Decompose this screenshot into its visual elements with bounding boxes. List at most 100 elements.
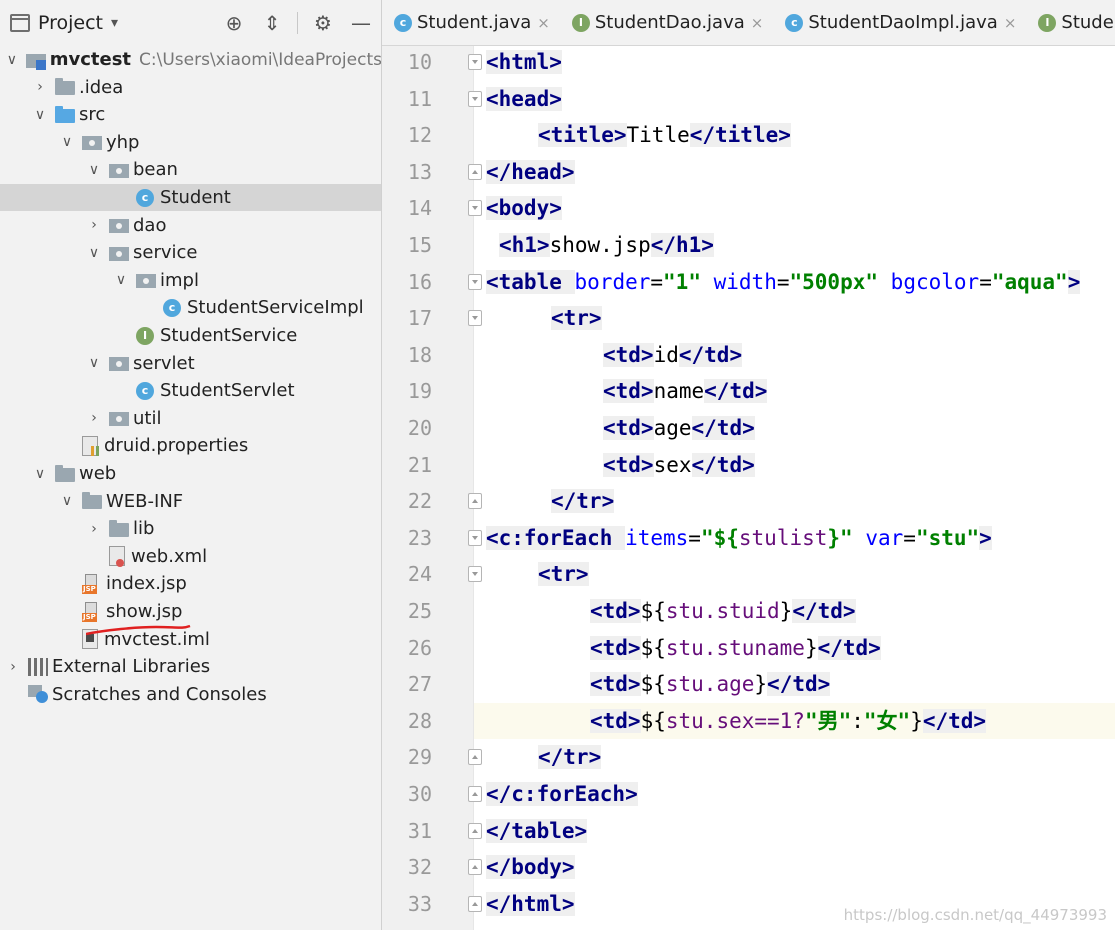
tree-item[interactable]: ›web.xml	[0, 543, 381, 570]
code-token: =	[776, 269, 790, 294]
hide-panel-icon[interactable]: —	[348, 10, 374, 36]
code-line[interactable]: <td>name</td>	[474, 373, 1115, 409]
project-view-selector[interactable]: Project	[38, 12, 103, 34]
close-icon[interactable]: ×	[537, 14, 550, 32]
code-line[interactable]: <td>${stu.stuname}</td>	[474, 630, 1115, 666]
code-line[interactable]: </head>	[474, 154, 1115, 190]
gear-icon[interactable]: ⚙	[310, 10, 336, 36]
code-line[interactable]: </tr>	[474, 483, 1115, 519]
code-token: var	[865, 525, 904, 550]
tree-item[interactable]: ›IStudentService	[0, 322, 381, 349]
chevron-right-icon[interactable]: ›	[85, 217, 103, 233]
collapse-all-icon[interactable]: ⇕	[259, 10, 285, 36]
code-line[interactable]: </body>	[474, 849, 1115, 885]
code-line[interactable]: <head>	[474, 81, 1115, 117]
chevron-right-icon[interactable]: ›	[85, 521, 103, 537]
editor-tab[interactable]: c StudentDaoImpl.java ×	[773, 0, 1026, 45]
tree-item[interactable]: ∨ mvctest C:\Users\xiaomi\IdeaProjects	[0, 46, 381, 73]
tree-item[interactable]: › lib	[0, 515, 381, 542]
editor-tab[interactable]: c Student.java ×	[382, 0, 560, 45]
line-number: 32	[407, 855, 432, 880]
tree-item[interactable]: ∨ src	[0, 101, 381, 128]
code-line[interactable]: <table border="1" width="500px" bgcolor=…	[474, 264, 1115, 300]
line-number: 24	[407, 562, 432, 587]
chevron-down-icon[interactable]: ∨	[31, 466, 49, 482]
tree-item[interactable]: ›cStudentServlet	[0, 377, 381, 404]
tree-item[interactable]: ∨ yhp	[0, 129, 381, 156]
close-icon[interactable]: ×	[751, 14, 764, 32]
editor-tab[interactable]: IStudentSe	[1026, 0, 1115, 45]
chevron-down-icon[interactable]: ∨	[112, 272, 130, 288]
chevron-down-icon[interactable]: ∨	[4, 52, 20, 68]
chevron-right-icon[interactable]: ›	[85, 410, 103, 426]
editor-tab-label: Student.java	[417, 12, 532, 33]
tree-item[interactable]: ∨ bean	[0, 156, 381, 183]
tree-item[interactable]: › External Libraries	[0, 653, 381, 680]
tree-item[interactable]: › dao	[0, 212, 381, 239]
tree-item[interactable]: ∨ servlet	[0, 350, 381, 377]
code-line[interactable]: <tr>	[474, 300, 1115, 336]
code-line[interactable]: </table>	[474, 813, 1115, 849]
line-number: 22	[407, 489, 432, 514]
code-line[interactable]: </tr>	[474, 739, 1115, 775]
close-icon[interactable]: ×	[1004, 14, 1017, 32]
code-line[interactable]: <td>${stu.stuid}</td>	[474, 593, 1115, 629]
code-area[interactable]: <html> <head> <title>Title</title> </head> <…	[474, 46, 1115, 930]
code-token: </td>	[817, 635, 881, 660]
chevron-down-icon[interactable]: ∨	[58, 493, 76, 509]
class-icon: c	[136, 381, 154, 400]
chevron-right-icon[interactable]: ›	[31, 79, 49, 95]
code-line[interactable]: <html>	[474, 44, 1115, 80]
tree-item-label: servlet	[133, 352, 195, 374]
code-token: <td>	[603, 452, 654, 477]
tree-item[interactable]: ›cStudent	[0, 184, 381, 211]
code-line[interactable]: <td>${stu.age}</td>	[474, 666, 1115, 702]
jsp-file-icon	[82, 573, 100, 594]
chevron-down-icon[interactable]: ∨	[85, 162, 103, 178]
chevron-down-icon[interactable]: ∨	[85, 245, 103, 261]
line-number: 17	[407, 306, 432, 331]
chevron-down-icon[interactable]: ∨	[31, 107, 49, 123]
tree-item[interactable]: › .idea	[0, 74, 381, 101]
code-line[interactable]: </c:forEach>	[474, 776, 1115, 812]
tree-item[interactable]: › util	[0, 405, 381, 432]
code-token: "aqua"	[991, 269, 1068, 294]
tree-item[interactable]: ∨ web	[0, 460, 381, 487]
code-token: </tr>	[538, 745, 602, 770]
code-line[interactable]: <c:forEach items="${stulist}" var="stu">	[474, 520, 1115, 556]
tree-item[interactable]: ›Scratches and Consoles	[0, 681, 381, 708]
code-line[interactable]: <td>id</td>	[474, 337, 1115, 373]
code-line[interactable]: <h1>show.jsp</h1>	[474, 227, 1115, 263]
code-line[interactable]: <body>	[474, 190, 1115, 226]
tree-item[interactable]: ›cStudentServiceImpl	[0, 294, 381, 321]
locate-file-icon[interactable]: ⊕	[221, 10, 247, 36]
module-icon	[25, 53, 46, 70]
chevron-right-icon[interactable]: ›	[4, 659, 22, 675]
chevron-down-icon[interactable]: ▾	[111, 15, 118, 31]
code-token: </c:forEach>	[486, 782, 638, 806]
tree-item[interactable]: ›index.jsp	[0, 570, 381, 597]
code-line[interactable]: <td>sex</td>	[474, 447, 1115, 483]
code-line[interactable]: <title>Title</title>	[474, 117, 1115, 153]
code-token: <td>	[590, 599, 641, 623]
code-line[interactable]: <td>age</td>	[474, 410, 1115, 446]
editor-gutter: 10 11 12 13 14 15 16 17 18 19 20 21 22 23 24 25 26 27 28 29…	[382, 46, 482, 930]
editor-tab[interactable]: I StudentDao.java ×	[560, 0, 773, 45]
code-editor[interactable]: 10 11 12 13 14 15 16 17 18 19 20 21 22 23 24 25 26 27 28 29…	[382, 46, 1115, 930]
tree-item[interactable]: ∨ service	[0, 239, 381, 266]
code-token: stu.sex==1?	[665, 708, 805, 733]
code-line[interactable]: <td>${stu.sex==1?"男":"女"}</td>	[474, 702, 1115, 739]
tree-item[interactable]: ∨ WEB-INF	[0, 488, 381, 515]
tree-item[interactable]: ›show.jsp	[0, 598, 381, 625]
code-token: ${	[640, 708, 666, 733]
code-token: bgcolor	[890, 269, 980, 294]
chevron-down-icon[interactable]: ∨	[58, 134, 76, 150]
tree-item[interactable]: ∨ impl	[0, 267, 381, 294]
chevron-down-icon[interactable]: ∨	[85, 355, 103, 371]
editor-tab-label: StudentDao.java	[594, 12, 745, 33]
code-token: }	[910, 708, 923, 733]
class-icon: c	[394, 13, 412, 32]
tree-item[interactable]: ›druid.properties	[0, 432, 381, 459]
code-line[interactable]: <tr>	[474, 556, 1115, 592]
